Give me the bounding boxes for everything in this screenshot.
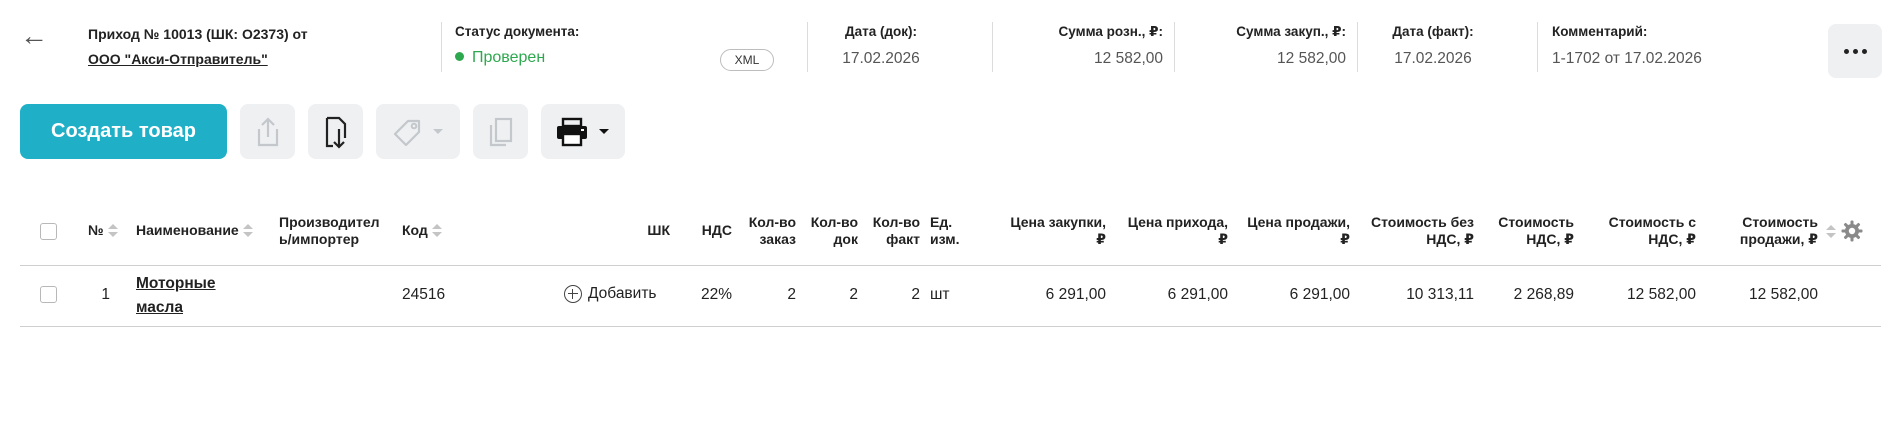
- column-vat: НДС: [701, 222, 732, 238]
- column-maker: Производител ь/импортер: [279, 214, 380, 247]
- printer-icon: [557, 117, 587, 146]
- create-product-button[interactable]: Создать товар: [20, 104, 227, 159]
- table-row-divider: [20, 326, 1881, 327]
- back-arrow-icon[interactable]: ←: [20, 22, 48, 50]
- more-dots-icon: [1843, 48, 1849, 54]
- row-vat: 22%: [700, 286, 732, 303]
- sort-icon[interactable]: [1826, 225, 1836, 239]
- status-label: Статус документа:: [455, 24, 580, 39]
- print-button[interactable]: [541, 104, 625, 159]
- header-divider: [807, 22, 808, 72]
- column-price-sale: Цена продажи, ₽: [1247, 214, 1350, 247]
- row-qty-fact: 2: [911, 286, 920, 303]
- row-qty-doc: 2: [849, 286, 858, 303]
- status-dot-icon: [455, 52, 464, 62]
- column-cost-withvat: Стоимость с НДС, ₽: [1608, 214, 1696, 247]
- comment-label: Комментарий:: [1552, 24, 1648, 39]
- column-cost-vat: Стоимость НДС, ₽: [1498, 214, 1574, 247]
- purchase-sum-value: 12 582,00: [1277, 50, 1346, 67]
- add-barcode-button[interactable]: Добавить: [564, 285, 657, 303]
- retail-sum-label: Сумма розн., ₽:: [1058, 24, 1163, 39]
- row-cost-vat: 2 268,89: [1513, 286, 1574, 303]
- header-divider: [1174, 22, 1175, 72]
- settings-gear-icon[interactable]: [1841, 220, 1863, 242]
- row-cost-sale: 12 582,00: [1749, 286, 1818, 303]
- doc-date-label: Дата (док):: [844, 24, 918, 39]
- status-value: Проверен: [455, 49, 545, 67]
- xml-badge[interactable]: XML: [720, 49, 774, 71]
- header-divider: [1357, 22, 1358, 72]
- header-divider: [441, 22, 442, 72]
- share-button[interactable]: [240, 104, 295, 159]
- chevron-down-icon: [433, 128, 443, 134]
- row-price-income: 6 291,00: [1167, 286, 1228, 303]
- chevron-down-icon: [599, 128, 609, 134]
- column-qty-fact: Кол-во факт: [872, 214, 920, 247]
- download-document-button[interactable]: [308, 104, 363, 159]
- more-dots-icon: [1861, 48, 1867, 54]
- retail-sum-value: 12 582,00: [1094, 50, 1163, 67]
- row-price-sale: 6 291,00: [1289, 286, 1350, 303]
- document-title: Приход № 10013 (ШК: О2373) от: [88, 26, 308, 42]
- more-options-button[interactable]: [1828, 24, 1882, 78]
- doc-date-value: 17.02.2026: [842, 50, 920, 67]
- sort-icon[interactable]: [431, 224, 442, 238]
- column-num[interactable]: №: [88, 222, 118, 239]
- row-num: 1: [101, 286, 110, 303]
- row-price-purchase: 6 291,00: [1045, 286, 1106, 303]
- column-qty-doc: Кол-во док: [810, 214, 858, 247]
- column-barcode: ШК: [647, 222, 670, 238]
- column-cost-sale: Стоимость продажи, ₽: [1739, 214, 1818, 247]
- copy-icon: [489, 117, 512, 146]
- comment-value: 1-1702 от 17.02.2026: [1552, 50, 1702, 67]
- price-tag-button[interactable]: [376, 104, 460, 159]
- price-tag-icon: [393, 119, 421, 146]
- header-divider: [1537, 22, 1538, 72]
- select-all-checkbox[interactable]: [40, 223, 57, 240]
- row-qty-order: 2: [787, 286, 796, 303]
- row-checkbox[interactable]: [40, 286, 57, 303]
- row-code: 24516: [402, 286, 446, 303]
- column-price-income: Цена прихода, ₽: [1127, 214, 1228, 247]
- more-dots-icon: [1852, 48, 1858, 54]
- column-cost-novat: Стоимость без НДС, ₽: [1370, 214, 1474, 247]
- sort-icon[interactable]: [107, 224, 118, 238]
- column-name[interactable]: Наименование: [136, 222, 253, 239]
- share-icon: [257, 116, 278, 146]
- row-cost-novat: 10 313,11: [1406, 286, 1474, 303]
- fact-date-label: Дата (факт):: [1392, 24, 1474, 39]
- column-price-purchase: Цена закупки, ₽: [1010, 214, 1106, 247]
- sort-icon[interactable]: [242, 224, 253, 238]
- table-header-divider: [20, 265, 1881, 266]
- row-cost-withvat: 12 582,00: [1627, 286, 1696, 303]
- row-unit: шт: [930, 286, 950, 303]
- product-name-link[interactable]: Моторные масла: [136, 272, 216, 320]
- column-qty-order: Кол-во заказ: [748, 214, 796, 247]
- column-unit: Ед. изм.: [930, 214, 960, 247]
- purchase-sum-label: Сумма закуп., ₽:: [1236, 24, 1346, 39]
- header-divider: [992, 22, 993, 72]
- download-document-icon: [325, 116, 346, 149]
- fact-date-value: 17.02.2026: [1394, 50, 1472, 67]
- copy-button[interactable]: [473, 104, 528, 159]
- column-code[interactable]: Код: [402, 222, 442, 239]
- supplier-link[interactable]: ООО "Акси-Отправитель": [88, 51, 268, 67]
- plus-circle-icon: [564, 285, 582, 303]
